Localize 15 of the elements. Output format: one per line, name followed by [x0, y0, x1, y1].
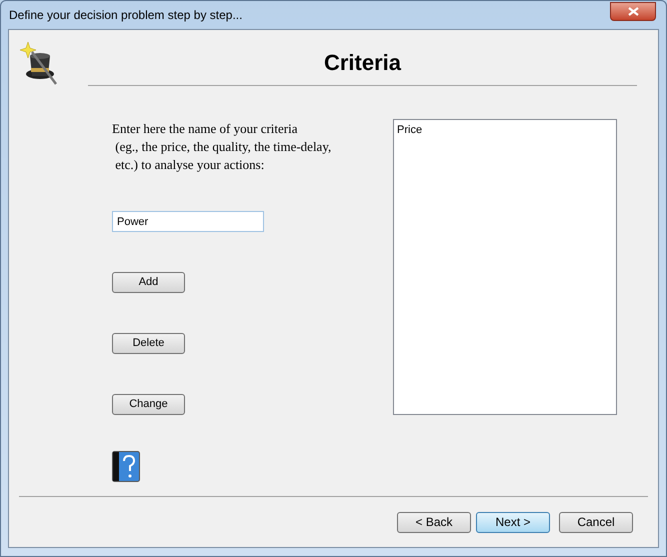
close-icon	[628, 6, 638, 16]
window-title: Define your decision problem step by step...	[9, 7, 242, 24]
list-item[interactable]: Price	[396, 122, 614, 138]
page-title: Criteria	[324, 49, 402, 77]
instructions-text: Enter here the name of your criteria (eg., the price, the quality, the time-delay, etc.) to analyse your actions:	[112, 120, 332, 174]
criteria-listbox[interactable]: Price	[393, 119, 617, 415]
criterion-input[interactable]: Power	[112, 211, 264, 232]
help-book-icon[interactable]	[112, 451, 140, 482]
nav-button[interactable]: Next >	[476, 512, 550, 532]
action-button[interactable]: Add	[112, 272, 185, 293]
nav-button[interactable]: < Back	[397, 512, 471, 532]
action-button[interactable]: Change	[112, 394, 185, 415]
action-button[interactable]: Delete	[112, 333, 185, 354]
close-button[interactable]	[610, 2, 656, 20]
nav-button[interactable]: Cancel	[559, 512, 633, 532]
